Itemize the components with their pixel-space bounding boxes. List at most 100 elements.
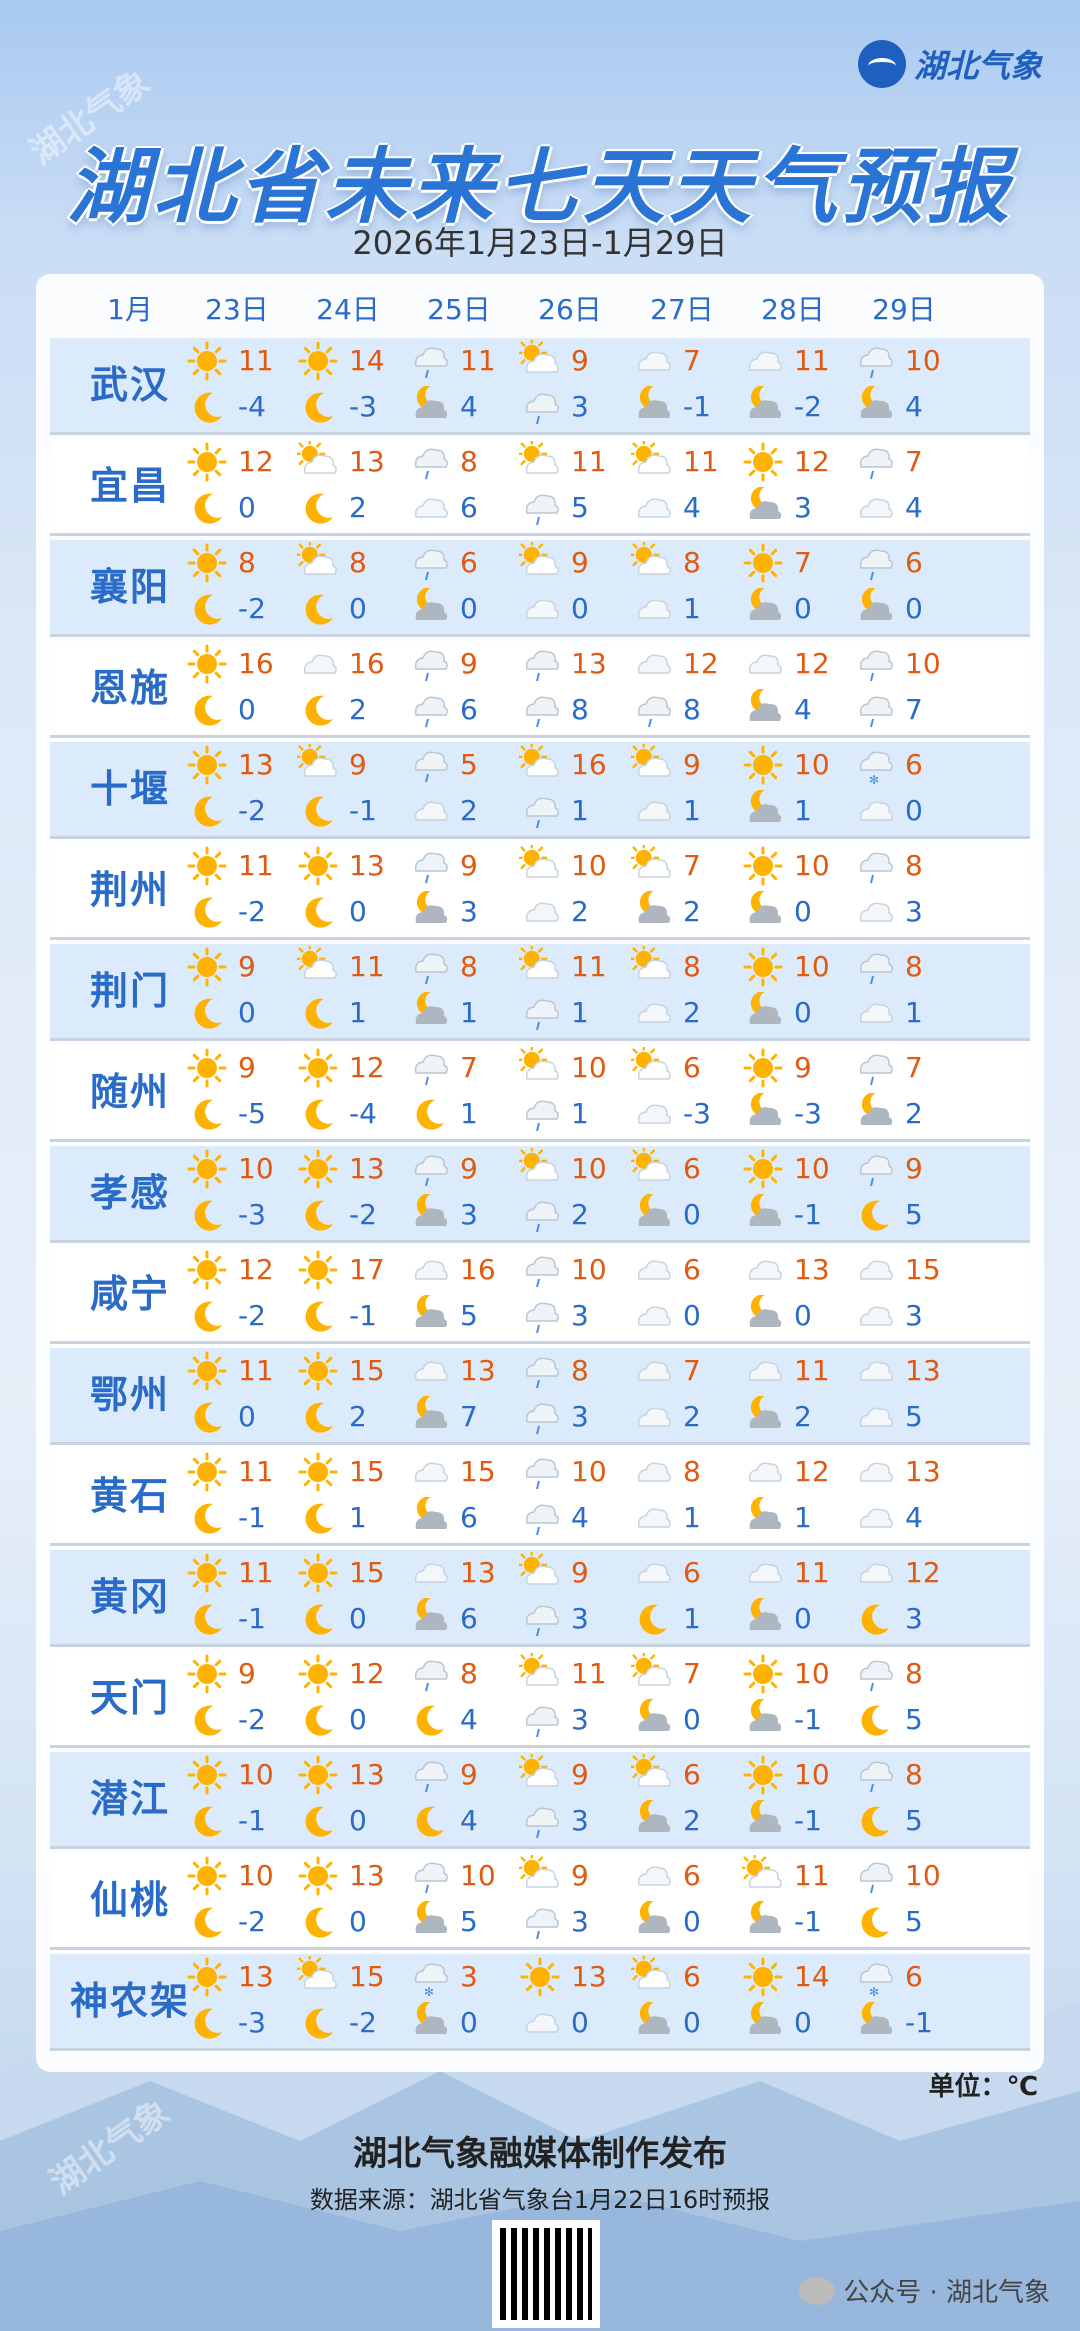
table-row: 随州 9 -5 12 -4 7 1 10 1 6 -3 9 -3 7 2 [50, 1045, 1030, 1142]
cloudy-night-icon [415, 1295, 448, 1327]
low-temp: 5 [905, 1804, 923, 1837]
high-temp: 12 [238, 1253, 274, 1286]
forecast-cell: 80 [293, 540, 403, 634]
forecast-cell: 11 1 [515, 944, 625, 1038]
rain-icon [525, 1605, 559, 1637]
snow-icon: ✻ [859, 751, 893, 786]
high-temp: 6 [683, 1253, 701, 1286]
low-temp: -2 [238, 895, 266, 928]
rain-icon [525, 494, 559, 526]
cloud-icon [303, 654, 337, 674]
wechat-icon [799, 2276, 836, 2305]
high-temp: 10 [794, 748, 830, 781]
high-temp: 10 [794, 849, 830, 882]
moon-icon [194, 594, 222, 625]
low-temp: 3 [571, 1299, 589, 1332]
table-row: 潜江 10 -1 13 0 9 4 9 3 6 2 10 -1 8 5 [50, 1752, 1030, 1849]
forecast-cell: 11 4 [627, 439, 737, 533]
low-temp: 5 [460, 1905, 478, 1938]
high-temp: 9 [571, 546, 589, 579]
low-temp: 4 [683, 491, 701, 524]
cloudy-night-icon [638, 1699, 671, 1731]
cloudy-night-icon [415, 1497, 448, 1529]
forecast-cell: 86 [404, 439, 514, 533]
partly-cloudy-icon [519, 1754, 559, 1787]
low-temp: -1 [349, 794, 377, 827]
forecast-cell: 8 -2 [182, 540, 292, 634]
low-temp: 1 [683, 592, 701, 625]
day-header: 25日 [427, 293, 491, 326]
low-temp: -2 [238, 592, 266, 625]
sun-icon [743, 1654, 783, 1694]
low-temp: 0 [349, 1804, 367, 1837]
forecast-cell: 16 5 [404, 1247, 514, 1341]
low-temp: -2 [238, 794, 266, 827]
cloud-icon [637, 498, 671, 518]
cloud-icon [637, 801, 671, 821]
forecast-cell: 11 4 [404, 338, 514, 432]
sun-icon [187, 745, 227, 785]
high-temp: 12 [349, 1051, 385, 1084]
forecast-cell: 10 2 [515, 1146, 625, 1240]
sun-icon [187, 947, 227, 987]
moon-icon [305, 2008, 333, 2039]
low-temp: 1 [905, 996, 923, 1029]
sun-icon [298, 846, 338, 886]
cloud-icon [525, 2013, 559, 2033]
low-temp: 0 [683, 1299, 701, 1332]
cloudy-night-icon [749, 992, 782, 1024]
cloud-icon [859, 1260, 893, 1280]
high-temp: 13 [238, 748, 274, 781]
forecast-cell: 13 7 [404, 1348, 514, 1442]
forecast-cell: 70 [738, 540, 848, 634]
moon-icon [305, 594, 333, 625]
cloudy-night-icon [638, 1901, 671, 1933]
cloudy-night-icon [860, 386, 893, 418]
qr-code[interactable] [492, 2220, 600, 2328]
cloud-icon [748, 351, 782, 371]
partly-cloudy-icon [297, 542, 337, 575]
forecast-cell: 15 -2 [293, 1954, 403, 2048]
low-temp: 2 [571, 1198, 589, 1231]
moon-icon [305, 1099, 333, 1130]
high-temp: 13 [349, 445, 385, 478]
low-temp: 4 [794, 693, 812, 726]
high-temp: 11 [238, 344, 274, 377]
cloudy-night-icon [638, 2002, 671, 2034]
forecast-cell: 93 [404, 843, 514, 937]
partly-cloudy-icon [519, 441, 559, 474]
cloud-icon [859, 498, 893, 518]
publisher: 湖北气象融媒体制作发布 [353, 2134, 727, 2174]
unit-label: 单位：℃ [928, 2072, 1039, 2102]
moon-icon [305, 796, 333, 827]
rain-icon [525, 1706, 559, 1738]
cloud-icon [637, 1361, 671, 1381]
low-temp: 3 [571, 1804, 589, 1837]
high-temp: 10 [794, 1152, 830, 1185]
low-temp: -1 [794, 1703, 822, 1736]
low-temp: 8 [683, 693, 701, 726]
forecast-cell: 11 1 [293, 944, 403, 1038]
low-temp: 0 [794, 1602, 812, 1635]
cloudy-night-icon [638, 1800, 671, 1832]
rain-icon [525, 1100, 559, 1132]
low-temp: 5 [905, 1703, 923, 1736]
cloudy-night-icon [749, 1396, 782, 1428]
forecast-cell: 81 [404, 944, 514, 1038]
forecast-cell: 72 [627, 1348, 737, 1442]
high-temp: 6 [905, 546, 923, 579]
cloud-icon [859, 1508, 893, 1528]
cloudy-night-icon [860, 1093, 893, 1125]
high-temp: 13 [460, 1354, 496, 1387]
moon-icon [194, 998, 222, 1029]
low-temp: 1 [794, 1501, 812, 1534]
high-temp: 16 [238, 647, 274, 680]
low-temp: 0 [683, 1905, 701, 1938]
low-temp: 2 [683, 1804, 701, 1837]
cloudy-night-icon [749, 1194, 782, 1226]
forecast-cell: 93 [515, 338, 625, 432]
cloud-icon [637, 1104, 671, 1124]
forecast-cell: 11 -2 [738, 338, 848, 432]
rain-icon [859, 953, 893, 985]
low-temp: 0 [238, 693, 256, 726]
